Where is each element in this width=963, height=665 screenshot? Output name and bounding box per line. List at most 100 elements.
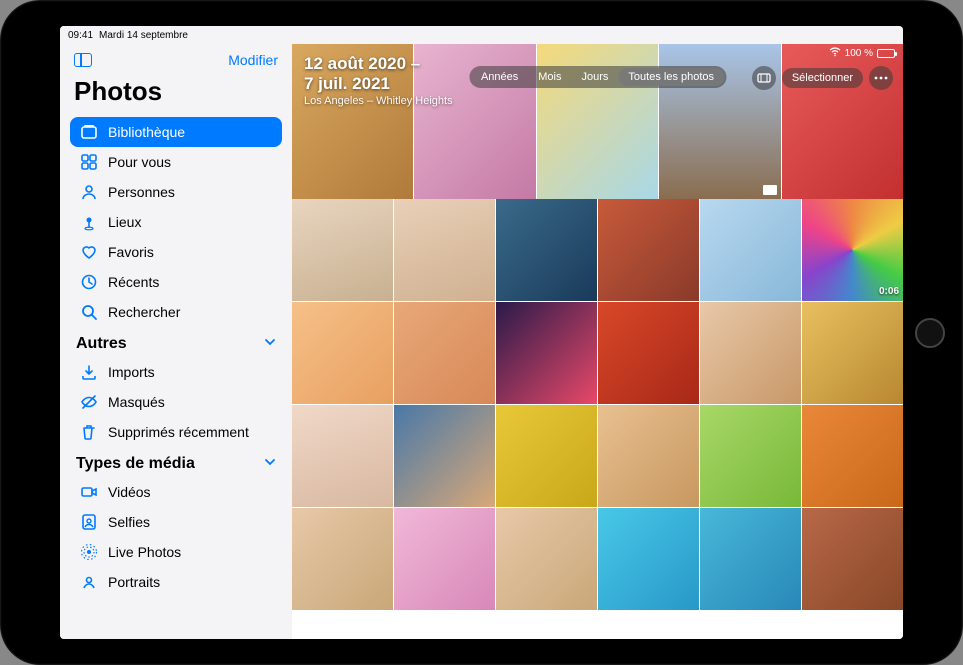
photo-thumbnail[interactable] bbox=[394, 302, 495, 404]
chevron-down-icon bbox=[264, 455, 276, 473]
sidebar-item-label: Supprimés récemment bbox=[108, 424, 249, 440]
sidebar-item-label: Personnes bbox=[108, 184, 175, 200]
sidebar-item-vidéos[interactable]: Vidéos bbox=[70, 477, 282, 507]
app-title: Photos bbox=[70, 74, 282, 117]
photo-thumbnail[interactable] bbox=[598, 302, 699, 404]
clock-icon bbox=[80, 273, 98, 291]
sidebar-item-label: Masqués bbox=[108, 394, 165, 410]
library-icon bbox=[80, 123, 98, 141]
photo-thumbnail[interactable] bbox=[700, 199, 801, 301]
section-media[interactable]: Types de média bbox=[70, 447, 282, 477]
battery-icon bbox=[877, 49, 895, 58]
status-bar: 09:41 Mardi 14 septembre bbox=[60, 26, 903, 44]
sidebar-item-label: Portraits bbox=[108, 574, 160, 590]
photo-thumbnail[interactable] bbox=[496, 405, 597, 507]
photo-thumbnail[interactable] bbox=[700, 508, 801, 610]
sidebar-item-label: Bibliothèque bbox=[108, 124, 185, 140]
search-icon bbox=[80, 303, 98, 321]
aspect-ratio-button[interactable] bbox=[752, 66, 776, 90]
date-line-2: 7 juil. 2021 bbox=[304, 74, 453, 94]
trash-icon bbox=[80, 423, 98, 441]
sidebar-item-récents[interactable]: Récents bbox=[70, 267, 282, 297]
hidden-icon bbox=[80, 393, 98, 411]
import-icon bbox=[80, 363, 98, 381]
battery-percent: 100 % bbox=[845, 48, 873, 59]
sidebar-item-selfies[interactable]: Selfies bbox=[70, 507, 282, 537]
sidebar-item-supprimés-récemment[interactable]: Supprimés récemment bbox=[70, 417, 282, 447]
select-button[interactable]: Sélectionner bbox=[782, 68, 863, 88]
date-range: 12 août 2020 – 7 juil. 2021 Los Angeles … bbox=[304, 54, 453, 107]
photo-thumbnail[interactable] bbox=[700, 405, 801, 507]
edit-button[interactable]: Modifier bbox=[228, 52, 278, 68]
sidebar-item-favoris[interactable]: Favoris bbox=[70, 237, 282, 267]
live-icon bbox=[80, 543, 98, 561]
screen: 09:41 Mardi 14 septembre Modifier Photos… bbox=[60, 26, 903, 639]
photo-thumbnail[interactable]: 0:06 bbox=[802, 199, 903, 301]
places-icon bbox=[80, 213, 98, 231]
sidebar-item-portraits[interactable]: Portraits bbox=[70, 567, 282, 597]
section-others[interactable]: Autres bbox=[70, 327, 282, 357]
photo-thumbnail[interactable] bbox=[394, 405, 495, 507]
photo-thumbnail[interactable] bbox=[700, 302, 801, 404]
people-icon bbox=[80, 183, 98, 201]
wifi-icon bbox=[829, 47, 841, 60]
sidebar-item-live-photos[interactable]: Live Photos bbox=[70, 537, 282, 567]
sidebar-item-pour-vous[interactable]: Pour vous bbox=[70, 147, 282, 177]
view-segmented-control[interactable]: AnnéesMoisJoursToutes les photos bbox=[469, 66, 726, 88]
photo-thumbnail[interactable] bbox=[292, 199, 393, 301]
photo-thumbnail[interactable] bbox=[802, 508, 903, 610]
video-icon bbox=[80, 483, 98, 501]
section-others-title: Autres bbox=[76, 335, 127, 353]
photo-thumbnail[interactable] bbox=[598, 508, 699, 610]
sidebar-item-label: Pour vous bbox=[108, 154, 171, 170]
selfie-icon bbox=[80, 513, 98, 531]
photo-thumbnail[interactable] bbox=[292, 405, 393, 507]
segment-jours[interactable]: Jours bbox=[572, 68, 619, 86]
sidebar-item-imports[interactable]: Imports bbox=[70, 357, 282, 387]
photo-thumbnail[interactable] bbox=[394, 199, 495, 301]
status-right: 100 % bbox=[829, 47, 895, 60]
photo-thumbnail[interactable] bbox=[496, 302, 597, 404]
sidebar-item-personnes[interactable]: Personnes bbox=[70, 177, 282, 207]
sidebar-item-rechercher[interactable]: Rechercher bbox=[70, 297, 282, 327]
slideshow-badge-icon bbox=[763, 185, 777, 195]
sidebar-item-label: Selfies bbox=[108, 514, 150, 530]
sidebar-item-bibliothèque[interactable]: Bibliothèque bbox=[70, 117, 282, 147]
sidebar-item-label: Récents bbox=[108, 274, 159, 290]
photo-thumbnail[interactable] bbox=[802, 302, 903, 404]
sidebar-item-label: Favoris bbox=[108, 244, 154, 260]
chevron-down-icon bbox=[264, 335, 276, 353]
segment-années[interactable]: Années bbox=[471, 68, 528, 86]
video-duration-badge: 0:06 bbox=[879, 286, 899, 297]
photo-thumbnail[interactable] bbox=[496, 508, 597, 610]
sidebar-item-label: Vidéos bbox=[108, 484, 151, 500]
sidebar-item-label: Lieux bbox=[108, 214, 141, 230]
main-content: 0:06 100 % 12 août 2020 – 7 juil. 2021 L… bbox=[292, 44, 903, 639]
photo-thumbnail[interactable] bbox=[598, 199, 699, 301]
segment-toutes-les-photos[interactable]: Toutes les photos bbox=[618, 68, 724, 86]
home-button[interactable] bbox=[915, 318, 945, 348]
ipad-device-frame: 09:41 Mardi 14 septembre Modifier Photos… bbox=[0, 0, 963, 665]
sidebar-item-label: Live Photos bbox=[108, 544, 181, 560]
status-date: Mardi 14 septembre bbox=[99, 30, 188, 41]
sidebar-item-masqués[interactable]: Masqués bbox=[70, 387, 282, 417]
sidebar-item-label: Rechercher bbox=[108, 304, 180, 320]
sidebar-item-lieux[interactable]: Lieux bbox=[70, 207, 282, 237]
sidebar: Modifier Photos Bibliothèque Pour vous Per… bbox=[60, 44, 292, 639]
photo-thumbnail[interactable] bbox=[394, 508, 495, 610]
photo-thumbnail[interactable] bbox=[496, 199, 597, 301]
foryou-icon bbox=[80, 153, 98, 171]
photo-thumbnail[interactable] bbox=[292, 302, 393, 404]
photo-thumbnail[interactable] bbox=[292, 508, 393, 610]
more-button[interactable] bbox=[869, 66, 893, 90]
photo-thumbnail[interactable] bbox=[598, 405, 699, 507]
sidebar-toggle-icon[interactable] bbox=[74, 53, 92, 67]
heart-icon bbox=[80, 243, 98, 261]
sidebar-item-label: Imports bbox=[108, 364, 155, 380]
location-subtitle: Los Angeles – Whitley Heights bbox=[304, 95, 453, 107]
portrait-icon bbox=[80, 573, 98, 591]
photo-thumbnail[interactable] bbox=[802, 405, 903, 507]
status-time: 09:41 bbox=[68, 30, 93, 41]
segment-mois[interactable]: Mois bbox=[528, 68, 571, 86]
date-line-1: 12 août 2020 – bbox=[304, 54, 453, 74]
